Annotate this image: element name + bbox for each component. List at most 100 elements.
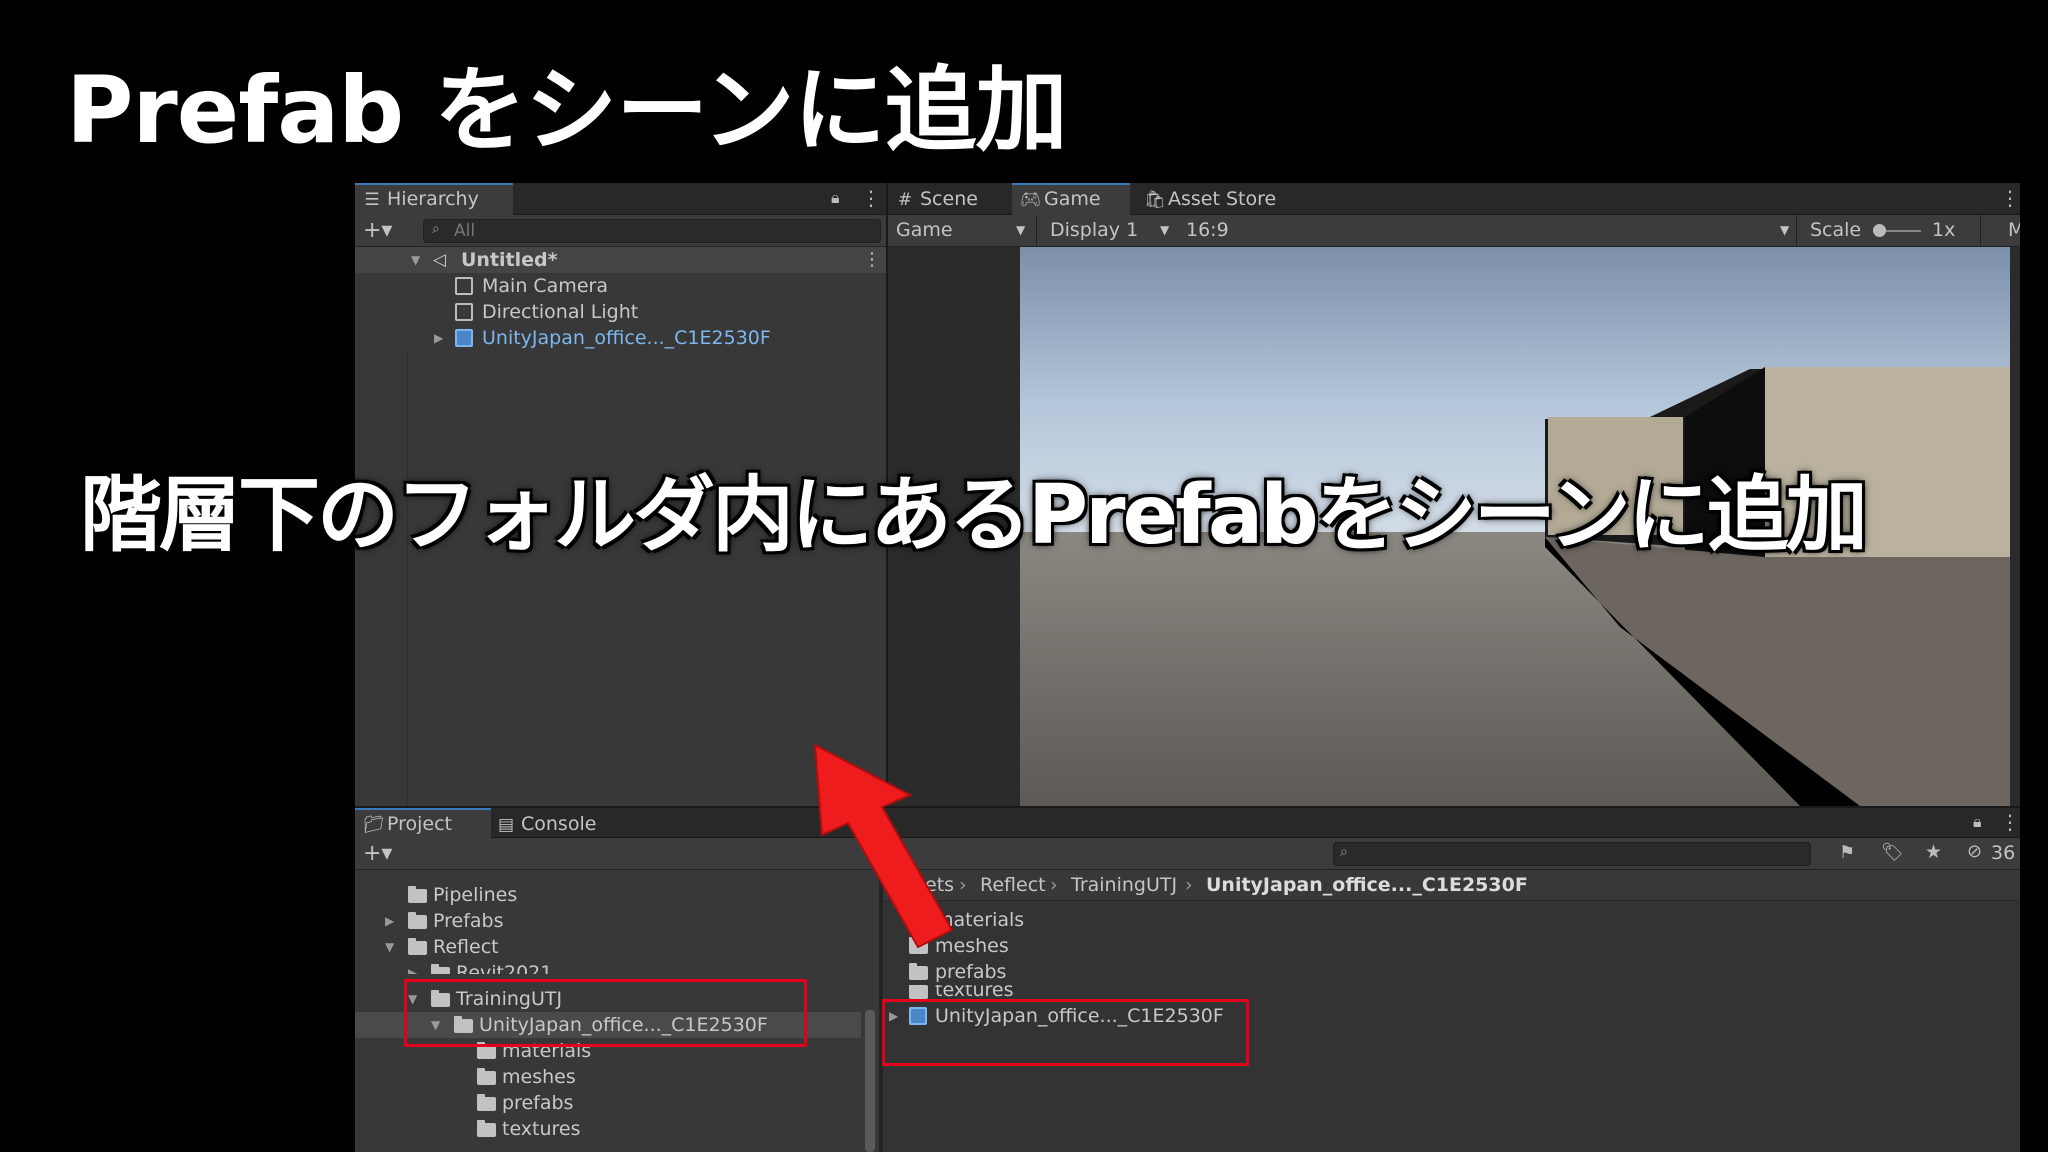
folder-icon	[909, 985, 928, 999]
folder-label: Pipelines	[433, 884, 518, 906]
folder-label: prefabs	[502, 1092, 574, 1114]
chevron-right-icon: ›	[1185, 874, 1193, 896]
breadcrumb-item[interactable]: TrainingUTJ	[1071, 870, 1177, 900]
tab-game[interactable]: 🎮︎ Game	[1012, 183, 1130, 216]
tab-console[interactable]: ▤ Console	[489, 810, 627, 839]
scene-name: Untitled*	[461, 249, 558, 271]
tab-scene-label: Scene	[920, 188, 978, 210]
asset-row[interactable]: prefabs	[883, 959, 2020, 985]
folder-icon	[431, 964, 450, 974]
folder-label: meshes	[502, 1066, 576, 1088]
lock-icon[interactable]: 🔒︎	[1973, 812, 1982, 832]
fold-open-icon[interactable]: ▼	[385, 934, 394, 960]
asset-row[interactable]: meshes	[883, 933, 2020, 959]
filter-by-type-icon[interactable]: ⚑	[1839, 842, 1855, 863]
folder-icon	[477, 1094, 496, 1111]
prefab-icon	[455, 329, 473, 347]
folder-row[interactable]: meshes	[355, 1064, 861, 1090]
more-menu-icon[interactable]: ⋮	[2000, 186, 2020, 210]
project-toolbar: +▾ ⌕ ⚑ 🏷︎ ★ ⊘ 36	[355, 838, 2020, 870]
hierarchy-item[interactable]: Main Camera	[355, 273, 886, 299]
create-add-button[interactable]: +▾	[363, 215, 392, 246]
hierarchy-indent-guide	[407, 351, 408, 806]
tree-scrollbar[interactable]	[865, 1010, 875, 1152]
folder-label: textures	[502, 1118, 581, 1140]
asset-row[interactable]: materials	[883, 907, 2020, 933]
shopping-bag-icon: 🛍︎	[1144, 190, 1166, 210]
highlight-box-tree	[404, 979, 807, 1047]
arrow-shape	[813, 743, 954, 949]
fold-closed-icon[interactable]: ▶	[385, 908, 394, 934]
tab-project-label: Project	[387, 813, 453, 835]
scale-value: 1x	[1932, 219, 1956, 241]
scene-row[interactable]: ▼ ◁ Untitled* ⋮	[355, 247, 886, 273]
folder-row[interactable]: ▼ Reflect	[355, 934, 861, 960]
fold-closed-icon[interactable]: ▶	[408, 960, 417, 974]
aspect-dropdown[interactable]: 16:9	[1186, 215, 1229, 246]
hierarchy-item[interactable]: Directional Light	[355, 299, 886, 325]
grid-icon: #	[897, 190, 913, 210]
more-menu-icon[interactable]: ⋮	[2000, 810, 2020, 834]
folder-icon	[477, 1042, 496, 1059]
red-arrow-annotation	[813, 743, 954, 949]
scene-more-icon[interactable]: ⋮	[863, 247, 881, 273]
folder-label: Reflect	[433, 936, 499, 958]
hidden-packages-count: 36	[1991, 842, 2016, 864]
more-menu-icon[interactable]: ⋮	[861, 186, 881, 210]
breadcrumb-item-current[interactable]: UnityJapan_office..._C1E2530F	[1206, 870, 1528, 900]
folder-label: Prefabs	[433, 910, 504, 932]
asset-row[interactable]: textures	[883, 985, 2020, 999]
maximize-on-play-toggle[interactable]: Maximize On Play	[2008, 215, 2020, 246]
separator	[1796, 215, 1797, 246]
separator	[1980, 215, 1981, 246]
hierarchy-item-prefab[interactable]: ▶ UnityJapan_office..._C1E2530F	[355, 325, 886, 351]
overlay-caption: 階層下のフォルダ内にあるPrefabをシーンに追加	[80, 468, 1868, 563]
tab-scene[interactable]: # Scene	[888, 185, 1014, 214]
slide-title: Prefab をシーンに追加	[66, 57, 1068, 164]
game-mode-dropdown[interactable]: Game	[896, 215, 953, 246]
highlight-box-prefab	[882, 999, 1249, 1066]
asset-label: prefabs	[935, 961, 1007, 983]
folder-row[interactable]: textures	[355, 1116, 861, 1142]
fold-closed-icon[interactable]: ▶	[434, 325, 443, 351]
gameobject-icon	[455, 277, 473, 295]
search-icon: ⌕	[1340, 844, 1348, 860]
folder-row[interactable]: ▶ Revit2021	[355, 960, 861, 974]
tab-console-label: Console	[521, 813, 597, 835]
folder-row[interactable]: ▶ Prefabs	[355, 908, 861, 934]
chevron-down-icon: ▼	[1160, 223, 1170, 237]
hierarchy-item-label: Directional Light	[482, 301, 639, 323]
tab-project[interactable]: 📁︎ Project	[355, 808, 491, 839]
console-icon: ▤	[497, 815, 515, 835]
favorite-star-icon[interactable]: ★	[1925, 841, 1942, 863]
chevron-down-icon: ▼	[1016, 223, 1026, 237]
hierarchy-tabbar: ☰ Hierarchy 🔒︎ ⋮	[355, 183, 886, 216]
tab-asset-store[interactable]: 🛍︎ Asset Store	[1136, 185, 1304, 214]
display-dropdown[interactable]: Display 1	[1050, 215, 1138, 246]
folder-icon	[909, 963, 928, 980]
lock-icon[interactable]: 🔒︎	[831, 188, 840, 208]
fold-open-icon: ▼	[411, 253, 421, 267]
tab-game-label: Game	[1044, 188, 1101, 210]
folder-open-icon	[408, 938, 427, 955]
filter-by-label-icon[interactable]: 🏷︎	[1881, 842, 1904, 863]
breadcrumb-item[interactable]: Reflect	[980, 870, 1046, 900]
project-search-input[interactable]: ⌕	[1333, 842, 1811, 866]
folder-row[interactable]: prefabs	[355, 1090, 861, 1116]
tab-hierarchy[interactable]: ☰ Hierarchy	[355, 183, 513, 216]
folder-label: Revit2021	[456, 962, 553, 974]
chevron-right-icon: ›	[1050, 874, 1058, 896]
hierarchy-toolbar: +▾ ⌕ All	[355, 215, 886, 247]
create-add-button[interactable]: +▾	[363, 838, 392, 869]
folder-row[interactable]: Pipelines	[355, 882, 861, 908]
hierarchy-item-label: Main Camera	[482, 275, 608, 297]
scale-slider-thumb[interactable]	[1873, 224, 1886, 237]
folder-icon: 📁︎	[363, 815, 385, 835]
separator	[1036, 215, 1037, 246]
hierarchy-item-label: UnityJapan_office..._C1E2530F	[482, 327, 771, 349]
unity-scene-icon: ◁	[433, 250, 447, 270]
chevron-right-icon: ›	[959, 874, 967, 896]
search-icon: ⌕	[432, 221, 440, 237]
hidden-packages-icon[interactable]: ⊘	[1967, 841, 1982, 862]
hierarchy-search-input[interactable]: ⌕ All	[423, 219, 881, 243]
